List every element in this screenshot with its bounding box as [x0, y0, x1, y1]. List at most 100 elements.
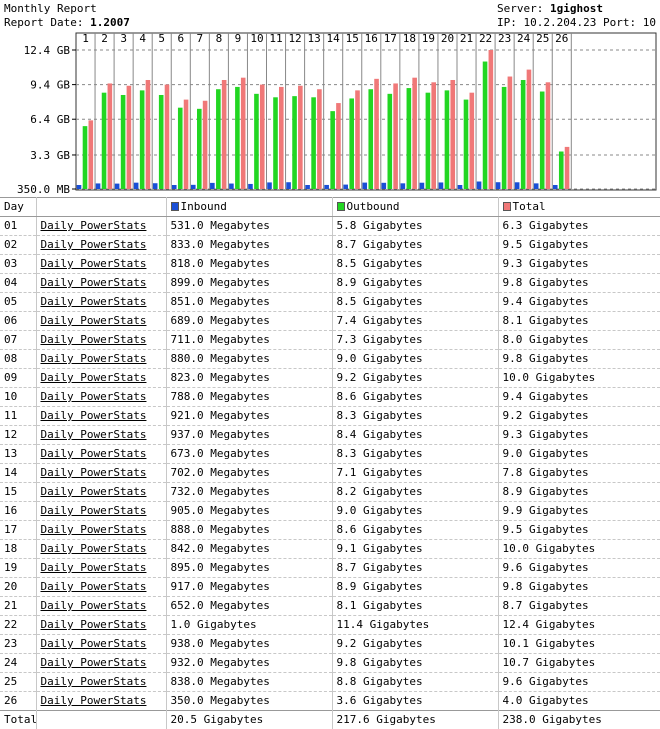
inbound-cell: 899.0 Megabytes: [166, 274, 332, 293]
report-header-right: Server: 1gighost IP: 10.2.204.23 Port: 1…: [497, 2, 656, 30]
daily-powerstats-link[interactable]: Daily PowerStats: [41, 637, 147, 650]
day-cell: 03: [0, 255, 36, 274]
x-tick-label: 14: [327, 32, 341, 45]
table-row: 12Daily PowerStats937.0 Megabytes8.4 Gig…: [0, 426, 660, 445]
inbound-cell: 711.0 Megabytes: [166, 331, 332, 350]
outbound-cell: 8.6 Gigabytes: [332, 388, 498, 407]
daily-powerstats-link[interactable]: Daily PowerStats: [41, 371, 147, 384]
daily-powerstats-link[interactable]: Daily PowerStats: [41, 618, 147, 631]
daily-powerstats-link[interactable]: Daily PowerStats: [41, 333, 147, 346]
report-header: Monthly Report Report Date: 1.2007 Serve…: [0, 0, 660, 32]
inbound-bar: [267, 182, 272, 189]
day-cell: 05: [0, 293, 36, 312]
daily-powerstats-link[interactable]: Daily PowerStats: [41, 466, 147, 479]
daily-powerstats-link[interactable]: Daily PowerStats: [41, 390, 147, 403]
daily-powerstats-link[interactable]: Daily PowerStats: [41, 352, 147, 365]
link-cell: Daily PowerStats: [36, 369, 166, 388]
total-bar: [108, 83, 113, 189]
link-cell: Daily PowerStats: [36, 407, 166, 426]
daily-powerstats-link[interactable]: Daily PowerStats: [41, 542, 147, 555]
outbound-cell: 9.2 Gigabytes: [332, 635, 498, 654]
total-cell: 8.0 Gigabytes: [498, 331, 660, 350]
outbound-bar: [83, 126, 88, 189]
day-cell: 12: [0, 426, 36, 445]
totals-inbound: 20.5 Gigabytes: [166, 711, 332, 729]
outbound-bar: [121, 95, 126, 189]
link-cell: Daily PowerStats: [36, 217, 166, 236]
table-row: 22Daily PowerStats1.0 Gigabytes11.4 Giga…: [0, 616, 660, 635]
inbound-bar: [324, 185, 329, 189]
total-bar: [146, 80, 151, 189]
total-bar: [431, 82, 436, 189]
total-cell: 12.4 Gigabytes: [498, 616, 660, 635]
daily-powerstats-link[interactable]: Daily PowerStats: [41, 428, 147, 441]
outbound-bar: [254, 94, 259, 189]
inbound-bar: [420, 183, 425, 189]
daily-powerstats-link[interactable]: Daily PowerStats: [41, 504, 147, 517]
daily-powerstats-link[interactable]: Daily PowerStats: [41, 219, 147, 232]
daily-powerstats-link[interactable]: Daily PowerStats: [41, 523, 147, 536]
totals-row: Total20.5 Gigabytes217.6 Gigabytes238.0 …: [0, 711, 660, 729]
daily-powerstats-link[interactable]: Daily PowerStats: [41, 675, 147, 688]
total-cell: 10.0 Gigabytes: [498, 369, 660, 388]
y-tick-label: 350.0 MB: [17, 183, 70, 195]
day-cell: 08: [0, 350, 36, 369]
inbound-cell: 895.0 Megabytes: [166, 559, 332, 578]
outbound-bar: [368, 89, 373, 189]
table-row: 14Daily PowerStats702.0 Megabytes7.1 Gig…: [0, 464, 660, 483]
outbound-bar: [483, 62, 488, 189]
outbound-cell: 8.5 Gigabytes: [332, 293, 498, 312]
total-bar: [279, 87, 284, 189]
daily-powerstats-link[interactable]: Daily PowerStats: [41, 580, 147, 593]
link-cell: Daily PowerStats: [36, 312, 166, 331]
inbound-cell: 689.0 Megabytes: [166, 312, 332, 331]
x-tick-label: 6: [177, 32, 184, 45]
column-header-link: [36, 198, 166, 217]
daily-powerstats-link[interactable]: Daily PowerStats: [41, 314, 147, 327]
outbound-cell: 9.2 Gigabytes: [332, 369, 498, 388]
link-cell: Daily PowerStats: [36, 597, 166, 616]
daily-powerstats-link[interactable]: Daily PowerStats: [41, 485, 147, 498]
outbound-cell: 8.2 Gigabytes: [332, 483, 498, 502]
total-cell: 9.8 Gigabytes: [498, 274, 660, 293]
table-row: 10Daily PowerStats788.0 Megabytes8.6 Gig…: [0, 388, 660, 407]
day-cell: 17: [0, 521, 36, 540]
inbound-bar: [343, 185, 348, 189]
inbound-cell: 842.0 Megabytes: [166, 540, 332, 559]
table-row: 02Daily PowerStats833.0 Megabytes8.7 Gig…: [0, 236, 660, 255]
daily-powerstats-link[interactable]: Daily PowerStats: [41, 599, 147, 612]
daily-powerstats-link[interactable]: Daily PowerStats: [41, 447, 147, 460]
daily-powerstats-link[interactable]: Daily PowerStats: [41, 656, 147, 669]
x-tick-label: 22: [479, 32, 492, 45]
daily-powerstats-link[interactable]: Daily PowerStats: [41, 409, 147, 422]
daily-powerstats-link[interactable]: Daily PowerStats: [41, 257, 147, 270]
daily-powerstats-link[interactable]: Daily PowerStats: [41, 276, 147, 289]
total-header-label: Total: [513, 200, 546, 213]
outbound-bar: [216, 89, 221, 189]
report-header-left: Monthly Report Report Date: 1.2007: [4, 2, 130, 30]
link-cell: Daily PowerStats: [36, 445, 166, 464]
table-header-row: Day Inbound Outbound Total: [0, 198, 660, 217]
outbound-bar: [426, 93, 431, 189]
link-cell: Daily PowerStats: [36, 521, 166, 540]
link-cell: Daily PowerStats: [36, 559, 166, 578]
inbound-cell: 833.0 Megabytes: [166, 236, 332, 255]
outbound-cell: 7.1 Gigabytes: [332, 464, 498, 483]
ip-line: IP: 10.2.204.23 Port: 10: [497, 16, 656, 30]
inbound-bar: [153, 183, 158, 189]
daily-powerstats-link[interactable]: Daily PowerStats: [41, 561, 147, 574]
outbound-cell: 8.7 Gigabytes: [332, 236, 498, 255]
outbound-cell: 9.0 Gigabytes: [332, 350, 498, 369]
daily-powerstats-link[interactable]: Daily PowerStats: [41, 694, 147, 707]
daily-powerstats-link[interactable]: Daily PowerStats: [41, 295, 147, 308]
table-row: 18Daily PowerStats842.0 Megabytes9.1 Gig…: [0, 540, 660, 559]
outbound-bar: [464, 100, 469, 189]
table-row: 21Daily PowerStats652.0 Megabytes8.1 Gig…: [0, 597, 660, 616]
total-cell: 9.9 Gigabytes: [498, 502, 660, 521]
x-tick-label: 21: [460, 32, 473, 45]
total-cell: 9.5 Gigabytes: [498, 236, 660, 255]
day-cell: 18: [0, 540, 36, 559]
daily-powerstats-link[interactable]: Daily PowerStats: [41, 238, 147, 251]
day-cell: 01: [0, 217, 36, 236]
total-cell: 4.0 Gigabytes: [498, 692, 660, 711]
